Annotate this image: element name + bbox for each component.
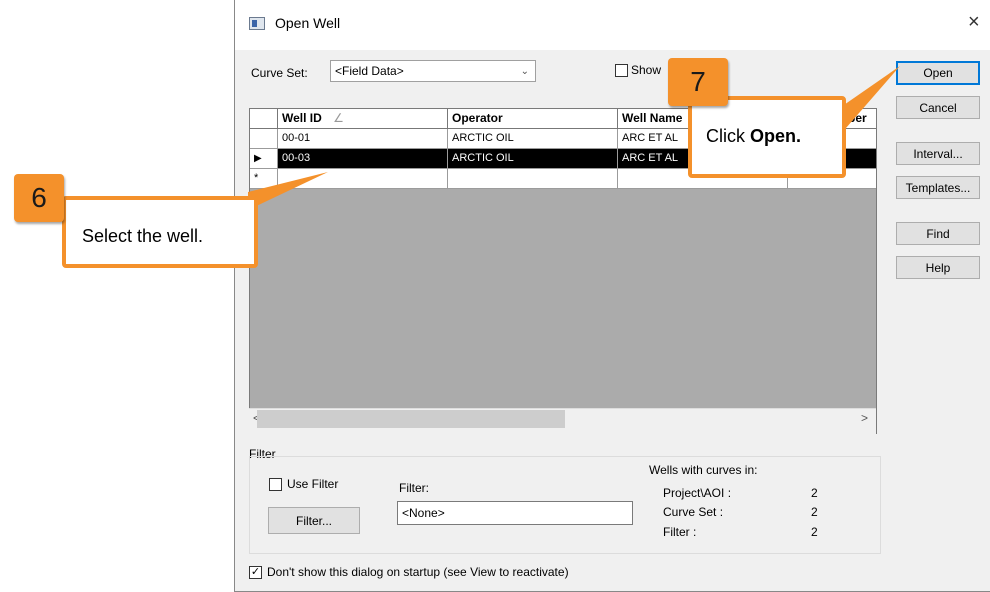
callout-6-pointer	[248, 172, 328, 210]
callout-pointers	[248, 66, 900, 210]
step-6-badge: 6	[14, 174, 64, 222]
step-7-badge: 7	[668, 58, 728, 106]
callout-7-text-prefix: Click	[706, 126, 750, 146]
callout-6-text: Select the well.	[82, 226, 204, 246]
callout-7-text: Click Open.	[706, 126, 801, 147]
callout-7-text-bold: Open.	[750, 126, 802, 146]
